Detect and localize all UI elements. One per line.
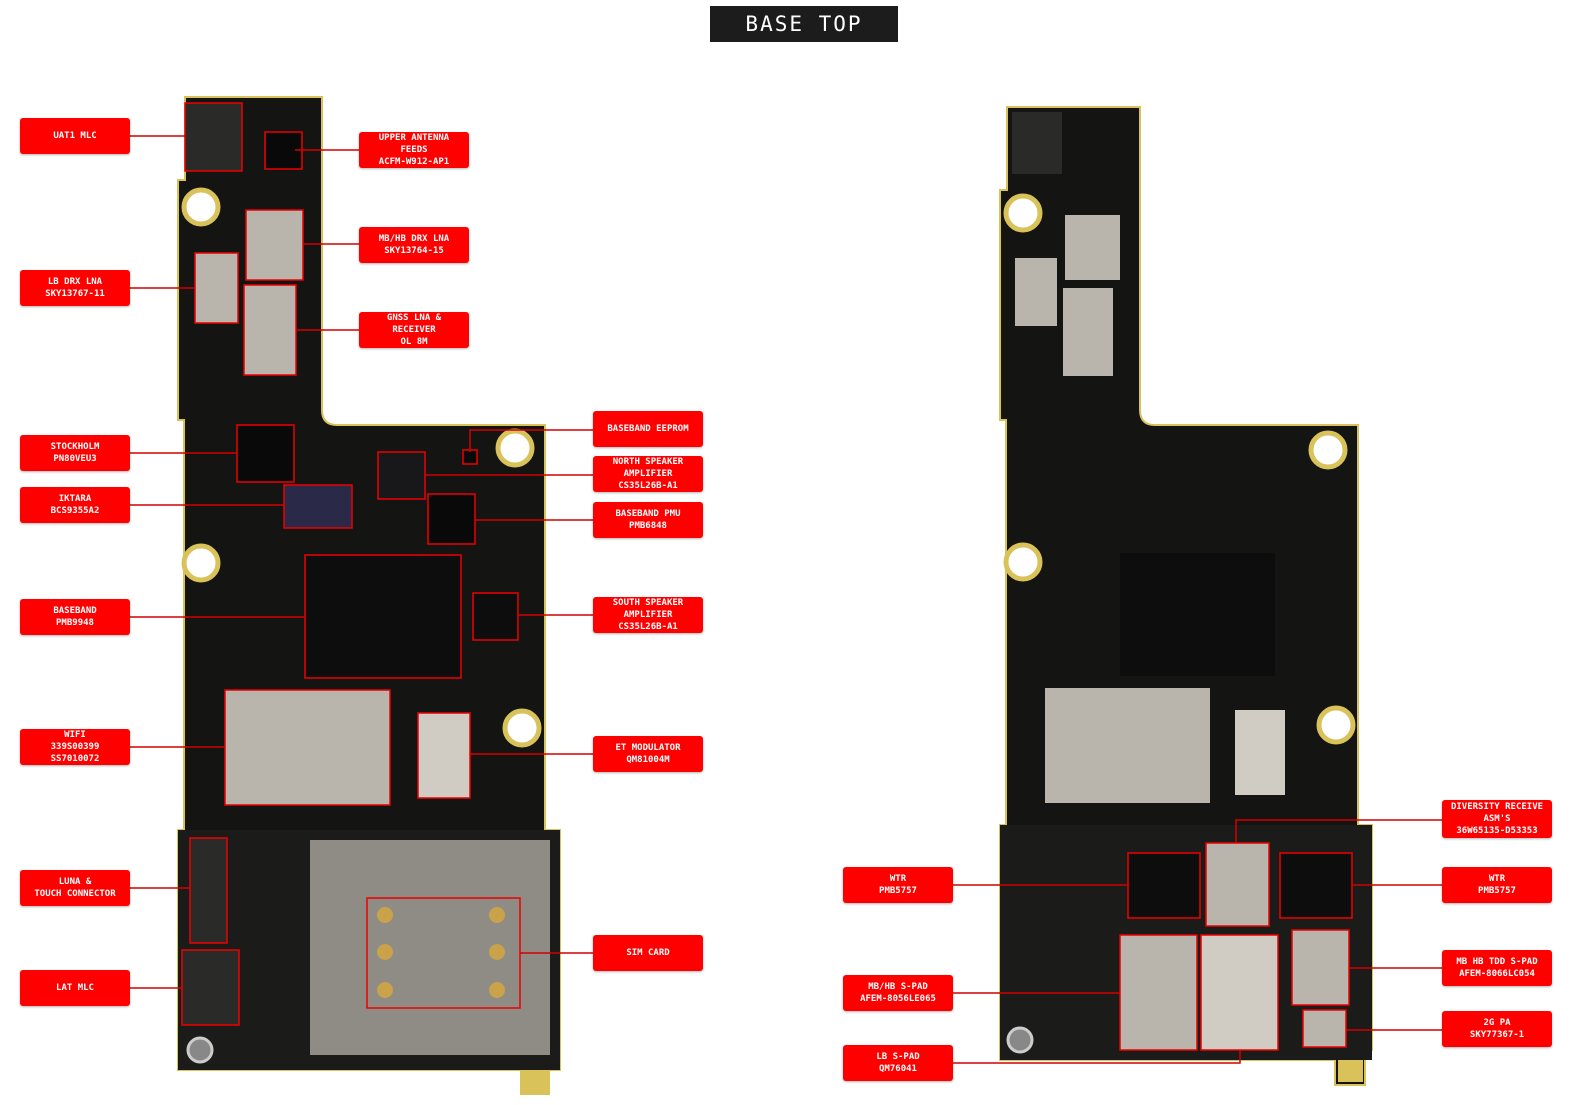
label-text: 2G PA SKY77367-1: [1469, 1018, 1525, 1040]
label-text: LAT MLC: [56, 983, 94, 993]
label-text: UPPER ANTENNA FEEDS ACFM-W912-AP1: [378, 133, 450, 167]
label-baseband: BASEBAND PMB9948: [20, 599, 130, 635]
label-lb-s-pad: LB S-PAD QM76041: [843, 1045, 953, 1081]
label-text: MB/HB S-PAD AFEM-8056LE065: [860, 982, 936, 1004]
label-south-speaker-amplifier: SOUTH SPEAKER AMPLIFIER CS35L26B-A1: [593, 597, 703, 633]
label-text: SOUTH SPEAKER AMPLIFIER CS35L26B-A1: [612, 598, 684, 632]
label-text: STOCKHOLM PN80VEU3: [50, 442, 100, 464]
label-text: BASEBAND PMB9948: [53, 606, 97, 628]
label-mb-hb-s-pad: MB/HB S-PAD AFEM-8056LE065: [843, 975, 953, 1011]
label-iktara: IKTARA BCS9355A2: [20, 487, 130, 523]
label-text: MB/HB DRX LNA SKY13764-15: [378, 234, 450, 256]
label-text: SIM CARD: [626, 948, 670, 958]
label-text: WTR PMB5757: [879, 874, 917, 896]
label-baseband-eeprom: BASEBAND EEPROM: [593, 411, 703, 447]
label-text: WTR PMB5757: [1478, 874, 1516, 896]
label-et-modulator: ET MODULATOR QM81004M: [593, 736, 703, 772]
label-text: LB S-PAD QM76041: [876, 1052, 920, 1074]
sim-tray-shield: [310, 840, 550, 1055]
label-luna-touch-connector: LUNA & TOUCH CONNECTOR: [20, 870, 130, 906]
label-text: WIFI 339S00399 SS7010072: [50, 730, 100, 764]
label-stockholm: STOCKHOLM PN80VEU3: [20, 435, 130, 471]
label-text: MB HB TDD S-PAD AFEM-8066LC054: [1456, 957, 1538, 979]
label-text: IKTARA BCS9355A2: [50, 494, 100, 516]
label-text: UAT1 MLC: [53, 131, 97, 141]
label-text: DIVERSITY RECEIVE ASM'S 36W65135-D53353: [1450, 802, 1544, 836]
label-baseband-pmu: BASEBAND PMU PMB6848: [593, 502, 703, 538]
label-text: GNSS LNA & RECEIVER OL 8M: [386, 313, 442, 347]
label-upper-antenna-feeds: UPPER ANTENNA FEEDS ACFM-W912-AP1: [359, 132, 469, 168]
label-north-speaker-amplifier: NORTH SPEAKER AMPLIFIER CS35L26B-A1: [593, 456, 703, 492]
label-text: BASEBAND PMU PMB6848: [615, 509, 681, 531]
label-uat1-mlc: UAT1 MLC: [20, 118, 130, 154]
label-text: NORTH SPEAKER AMPLIFIER CS35L26B-A1: [612, 457, 684, 491]
label-text: BASEBAND EEPROM: [607, 424, 689, 434]
label-mb-hb-tdd-s-pad: MB HB TDD S-PAD AFEM-8066LC054: [1442, 950, 1552, 986]
label-wifi: WIFI 339S00399 SS7010072: [20, 729, 130, 765]
label-text: ET MODULATOR QM81004M: [615, 743, 681, 765]
label-sim-card: SIM CARD: [593, 935, 703, 971]
label-mb-hb-drx-lna: MB/HB DRX LNA SKY13764-15: [359, 227, 469, 263]
label-wtr-right: WTR PMB5757: [1442, 867, 1552, 903]
label-gnss-lna-receiver: GNSS LNA & RECEIVER OL 8M: [359, 312, 469, 348]
right-logic-board: [999, 106, 1373, 1086]
label-2g-pa: 2G PA SKY77367-1: [1442, 1011, 1552, 1047]
label-text: LB DRX LNA SKY13767-11: [45, 277, 105, 299]
pcb-diagram: [130, 96, 1442, 1095]
label-lat-mlc: LAT MLC: [20, 970, 130, 1006]
label-wtr-left: WTR PMB5757: [843, 867, 953, 903]
label-diversity-receive-asms: DIVERSITY RECEIVE ASM'S 36W65135-D53353: [1442, 800, 1552, 838]
label-text: LUNA & TOUCH CONNECTOR: [34, 877, 116, 899]
label-lb-drx-lna: LB DRX LNA SKY13767-11: [20, 270, 130, 306]
